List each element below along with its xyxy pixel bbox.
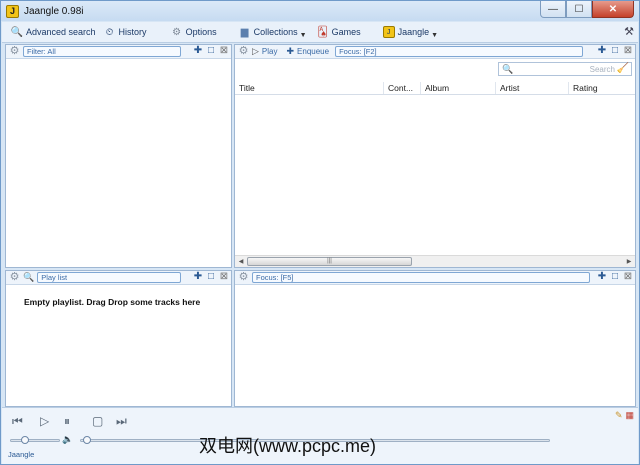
equalizer-icon[interactable]: ▦ (625, 410, 634, 421)
seek-knob[interactable] (83, 436, 91, 444)
edit-icon[interactable]: ✎ (615, 410, 623, 421)
tracks-focus-chip[interactable]: Focus: [F2] (335, 46, 584, 57)
column-title[interactable]: Title (235, 82, 384, 94)
search-placeholder: Search (589, 65, 615, 74)
enqueue-icon[interactable]: ✚ (286, 46, 294, 57)
window-title: Jaangle 0.98i (24, 5, 84, 17)
search-input[interactable]: 🔍 Search 🧹 (498, 62, 632, 76)
cards-icon: 🂡 (317, 26, 328, 38)
jaangle-icon: J (382, 26, 395, 38)
title-bar: J Jaangle 0.98i — ☐ ✕ (1, 1, 639, 21)
pane-controls: ✚ □ ⊠ (193, 46, 229, 57)
tracks-pane: ⚙ ▷ Play ✚ Enqueue Focus: [F2] ✚ □ ⊠ 🔍 S… (234, 44, 636, 268)
filter-chip[interactable]: Filter: All (23, 46, 181, 57)
pane-controls: ✚ □ ⊠ (193, 272, 229, 283)
watermark-text: 双电网(www.pcpc.me) (199, 436, 377, 456)
pane-controls: ✚ □ ⊠ (597, 272, 633, 283)
advanced-search-icon: 🔍 (10, 26, 24, 38)
player-right-icons: ✎ ▦ (615, 410, 634, 421)
scroll-left-icon[interactable]: ◀ (236, 257, 246, 267)
collections-label: Collections (253, 27, 298, 37)
info-pane-header: ⚙ Focus: [F5] ✚ □ ⊠ (235, 271, 635, 285)
gear-icon[interactable]: ⚙ (9, 272, 20, 283)
options-label: Options (185, 27, 217, 37)
enqueue-button[interactable]: Enqueue (297, 47, 329, 56)
main-toolbar: 🔍 Advanced search ⏲ History ⚙ Options ▆ … (2, 22, 638, 43)
info-focus-chip[interactable]: Focus: [F5] (252, 272, 590, 283)
close-pane-icon[interactable]: ⊠ (623, 272, 633, 283)
advanced-search-label: Advanced search (26, 27, 96, 37)
playlist-pane-header: ⚙ 🔍 Play list ✚ □ ⊠ (6, 271, 231, 285)
history-icon: ⏲ (105, 26, 114, 38)
close-button[interactable]: ✕ (592, 1, 634, 18)
jaangle-button[interactable]: J Jaangle ▼ (379, 23, 442, 42)
status-text: Jaangle (8, 450, 35, 459)
column-artist[interactable]: Artist (496, 82, 569, 94)
search-icon[interactable]: 🔍 (23, 272, 34, 283)
add-icon[interactable]: ✚ (193, 272, 203, 283)
close-pane-icon[interactable]: ⊠ (623, 46, 633, 57)
add-icon[interactable]: ✚ (597, 46, 607, 57)
clear-search-icon[interactable]: 🧹 (617, 63, 629, 74)
maximize-pane-icon[interactable]: □ (610, 272, 620, 283)
column-content[interactable]: Cont... (384, 82, 421, 94)
play-icon[interactable]: ▷ (40, 414, 49, 428)
search-icon: 🔍 (502, 64, 514, 74)
maximize-pane-icon[interactable]: □ (610, 46, 620, 57)
column-rating[interactable]: Rating (569, 82, 635, 94)
info-pane: ⚙ Focus: [F5] ✚ □ ⊠ (234, 270, 636, 407)
jaangle-app-icon: J (6, 4, 19, 18)
previous-track-icon[interactable]: ⏮ (12, 414, 23, 429)
maximize-button[interactable]: ☐ (566, 1, 592, 18)
player-bar: ⏮ ▷ ⏸ ▢ ⏭ 🔈 ✎ ▦ Jaangle 双电网(www.pcpc.me) (2, 407, 638, 464)
maximize-pane-icon[interactable]: □ (206, 46, 216, 57)
chevron-down-icon[interactable]: ▼ (300, 32, 307, 39)
scroll-thumb[interactable]: ||| (247, 257, 412, 266)
pause-icon[interactable]: ⏸ (64, 414, 70, 429)
tracks-pane-header: ⚙ ▷ Play ✚ Enqueue Focus: [F2] ✚ □ ⊠ (235, 45, 635, 59)
minimize-button[interactable]: — (540, 1, 566, 18)
gear-icon[interactable]: ⚙ (9, 46, 20, 57)
speaker-icon[interactable]: 🔈 (62, 434, 73, 445)
collections-button[interactable]: ▆ Collections ▼ (235, 23, 311, 42)
history-button[interactable]: ⏲ History (100, 23, 151, 42)
scroll-right-icon[interactable]: ▶ (624, 257, 634, 267)
add-icon[interactable]: ✚ (193, 46, 203, 57)
add-icon[interactable]: ✚ (597, 272, 607, 283)
options-button[interactable]: ⚙ Options (167, 23, 221, 42)
playlist-chip[interactable]: Play list (37, 272, 182, 283)
folder-icon: ▆ (240, 26, 249, 38)
play-controls: ▷ Play ✚ Enqueue (252, 46, 332, 57)
chevron-down-icon[interactable]: ▼ (431, 32, 438, 39)
window-controls: — ☐ ✕ (540, 1, 634, 18)
gear-icon[interactable]: ⚙ (238, 46, 249, 57)
stop-icon[interactable]: ▢ (92, 414, 103, 428)
pane-controls: ✚ □ ⊠ (597, 46, 633, 57)
games-label: Games (331, 27, 361, 37)
app-window: J Jaangle 0.98i — ☐ ✕ 🔍 Advanced search … (0, 0, 640, 465)
gear-icon: ⚙ (172, 26, 182, 38)
filter-pane: ⚙ Filter: All ✚ □ ⊠ (5, 44, 232, 268)
maximize-pane-icon[interactable]: □ (206, 272, 216, 283)
play-button[interactable]: Play (262, 47, 278, 56)
playlist-pane: ⚙ 🔍 Play list ✚ □ ⊠ Empty playlist. Drag… (5, 270, 232, 407)
close-pane-icon[interactable]: ⊠ (219, 272, 229, 283)
games-button[interactable]: 🂡 Games (313, 23, 365, 42)
close-pane-icon[interactable]: ⊠ (219, 46, 229, 57)
toolbar-settings-icon[interactable]: ⚒ (624, 25, 634, 38)
track-table-header: Title Cont... Album Artist Rating (235, 82, 635, 95)
jaangle-label: Jaangle (397, 27, 430, 37)
filter-pane-header: ⚙ Filter: All ✚ □ ⊠ (6, 45, 231, 59)
advanced-search-button[interactable]: 🔍 Advanced search (7, 23, 100, 42)
history-label: History (118, 27, 147, 37)
horizontal-scrollbar[interactable]: ◀ ||| ▶ (235, 255, 635, 267)
empty-playlist-message: Empty playlist. Drag Drop some tracks he… (24, 297, 201, 307)
gear-icon[interactable]: ⚙ (238, 272, 249, 283)
volume-slider[interactable] (10, 436, 60, 444)
next-track-icon[interactable]: ⏭ (116, 414, 127, 429)
play-icon[interactable]: ▷ (252, 46, 259, 57)
column-album[interactable]: Album (421, 82, 496, 94)
volume-knob[interactable] (21, 436, 29, 444)
